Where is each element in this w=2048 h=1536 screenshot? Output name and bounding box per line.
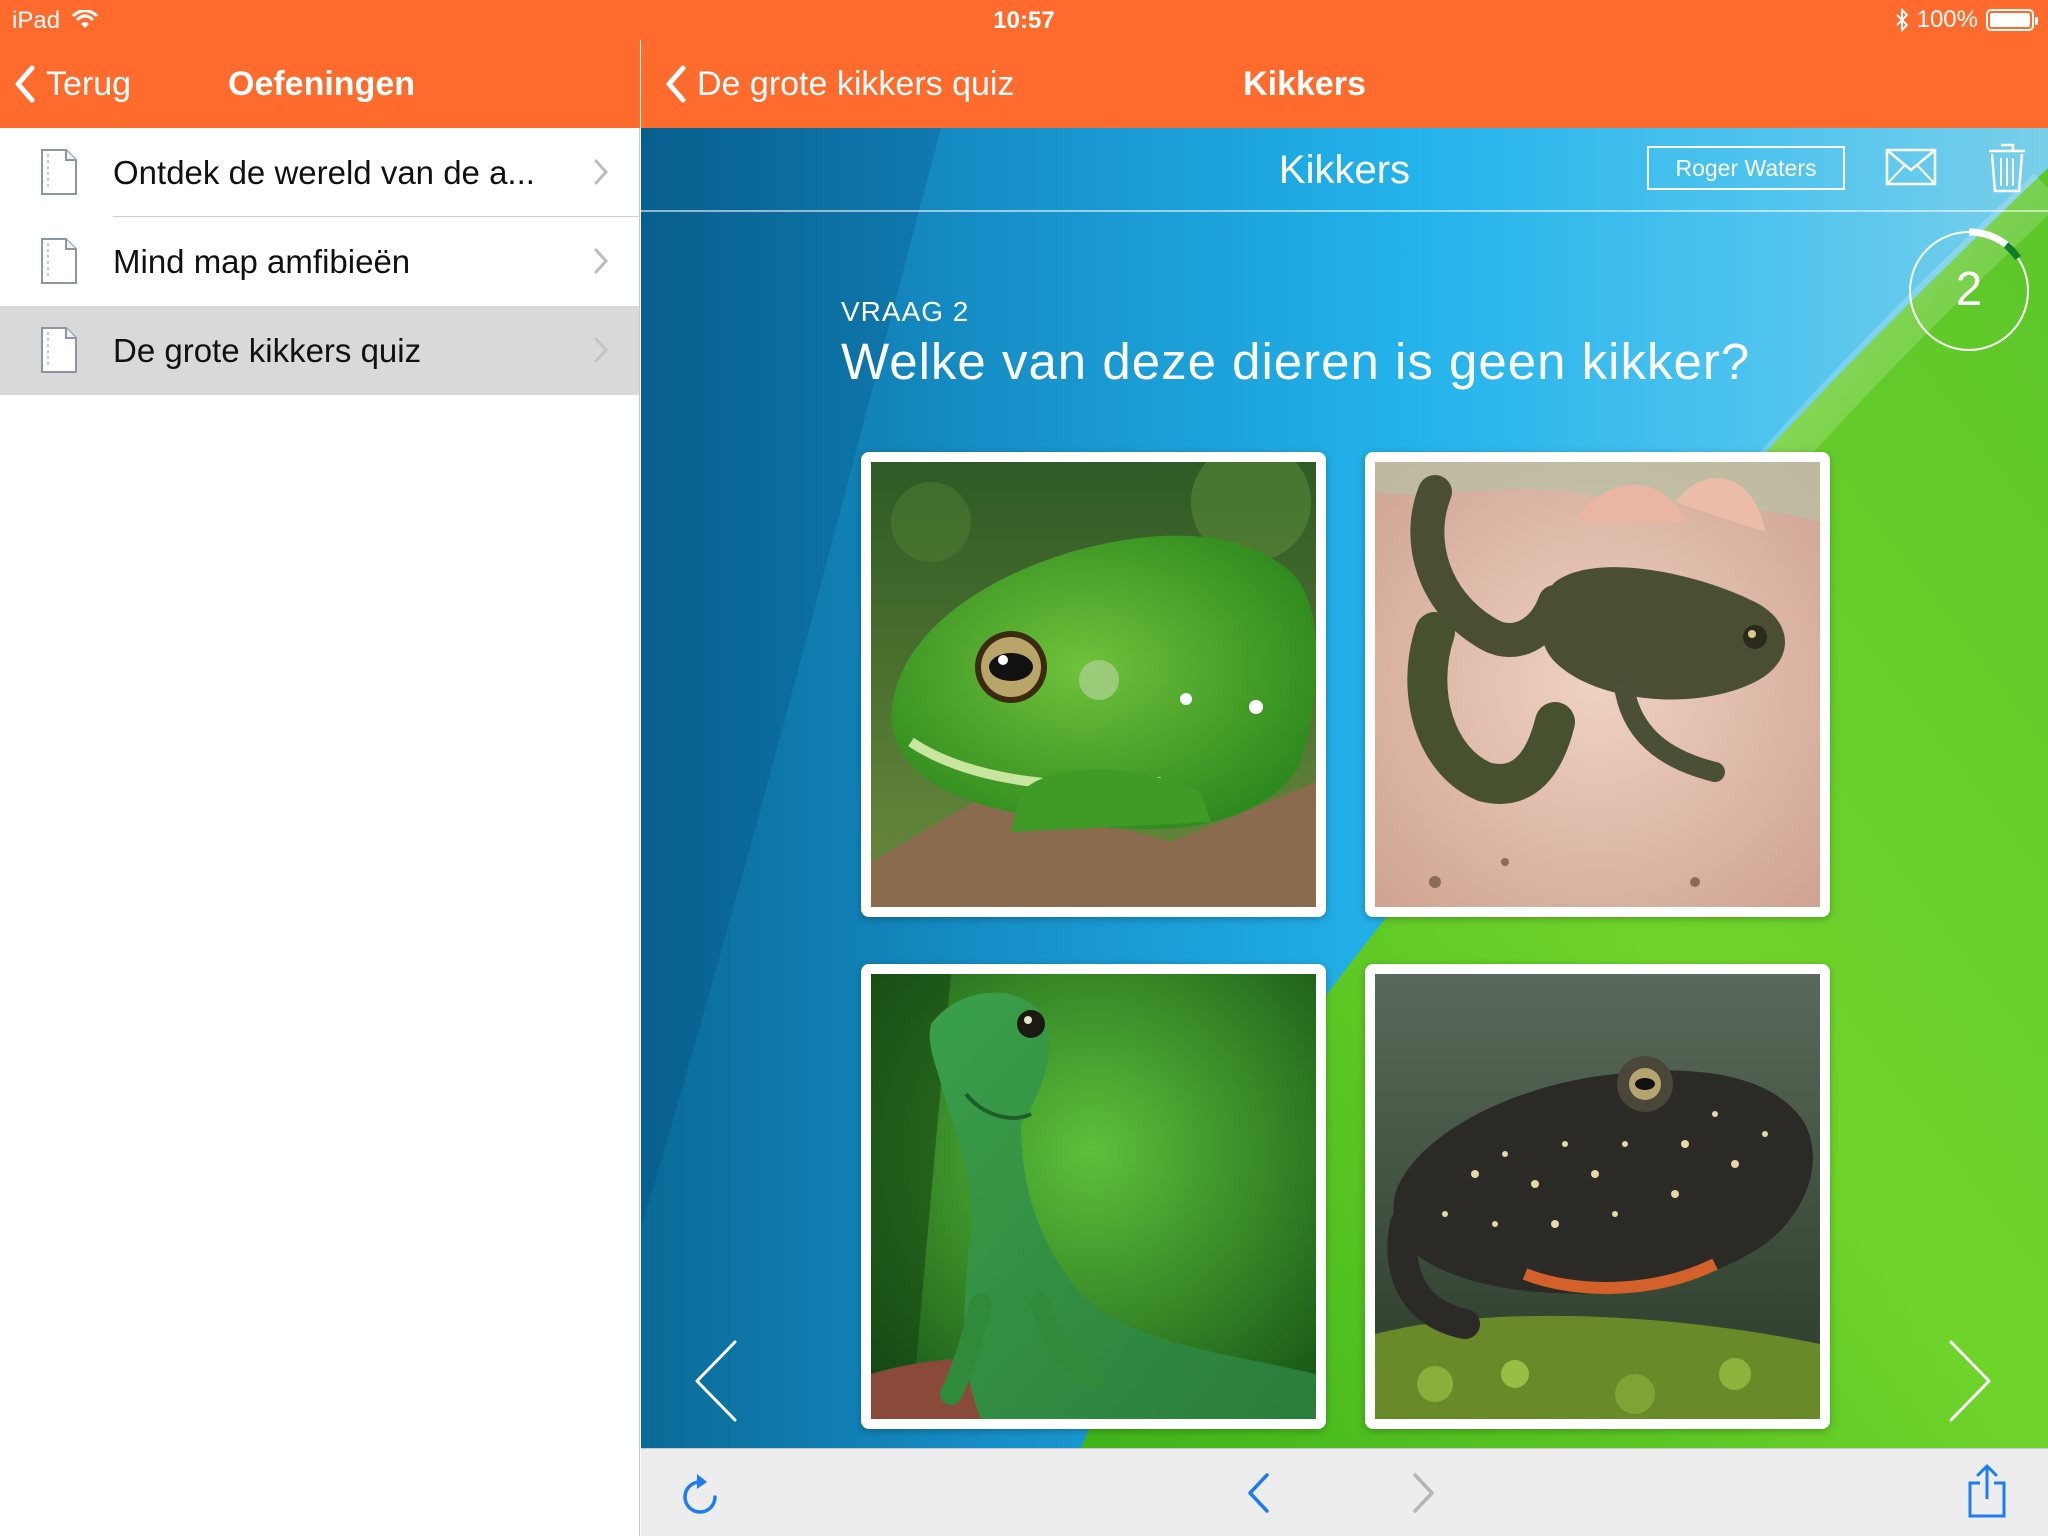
question-timer: 2 — [1906, 228, 2032, 354]
list-item-kikkers-quiz[interactable]: De grote kikkers quiz — [0, 306, 639, 395]
back-button[interactable]: Terug — [14, 40, 131, 128]
back-label: Terug — [46, 64, 132, 103]
right-navigation-bar: De grote kikkers quiz Kikkers — [641, 40, 2048, 128]
answer-option-3[interactable] — [861, 964, 1326, 1429]
back-arrow-icon[interactable] — [1245, 1471, 1271, 1515]
quiz-header: Kikkers Roger Waters — [641, 128, 2048, 212]
chevron-right-icon — [594, 248, 609, 274]
chevron-right-icon — [594, 337, 609, 363]
list-item-label: De grote kikkers quiz — [113, 331, 422, 369]
answer-option-2[interactable] — [1365, 452, 1830, 917]
question-number: VRAAG 2 — [841, 296, 970, 327]
list-item-label: Mind map amfibieën — [113, 242, 411, 280]
list-item-mind-map[interactable]: Mind map amfibieën — [0, 217, 639, 306]
previous-question-arrow-icon[interactable] — [693, 1338, 739, 1424]
green-tree-frog-photo — [871, 462, 1316, 907]
mail-icon[interactable] — [1885, 148, 1937, 186]
document-icon — [41, 327, 77, 373]
answer-option-1[interactable] — [861, 452, 1326, 917]
timer-value: 2 — [1955, 263, 1983, 316]
forward-arrow-icon — [1413, 1473, 1434, 1513]
battery-percentage: 100% — [1916, 6, 1978, 33]
trash-icon[interactable] — [1987, 142, 2027, 194]
exercise-list: Ontdek de wereld van de a... Mind map am… — [0, 128, 640, 1536]
status-bar: iPad 10:57 100% — [0, 0, 2048, 40]
question-text: Welke van deze dieren is geen kikker? — [841, 333, 1751, 390]
next-question-arrow-icon[interactable] — [1947, 1338, 1993, 1424]
document-icon — [41, 238, 77, 284]
user-button[interactable]: Roger Waters — [1647, 146, 1845, 190]
green-lizard-photo — [871, 974, 1316, 1419]
battery-icon — [1986, 9, 2038, 31]
chevron-left-icon — [15, 65, 35, 103]
chevron-right-icon — [594, 159, 609, 185]
bluetooth-icon — [1895, 8, 1909, 32]
clock: 10:57 — [993, 7, 1055, 34]
left-navigation-bar: Terug Oefeningen — [0, 40, 640, 128]
list-item-label: Ontdek de wereld van de a... — [113, 153, 535, 191]
answer-option-4[interactable] — [1365, 964, 1830, 1429]
right-nav-title: Kikkers — [1243, 65, 1366, 103]
refresh-icon[interactable] — [679, 1471, 723, 1517]
list-item-ontdek[interactable]: Ontdek de wereld van de a... — [0, 128, 639, 217]
document-icon — [41, 149, 77, 195]
left-nav-title: Oefeningen — [228, 65, 416, 103]
quiz-area: Kikkers Roger Waters 2 VRAAG 2 Welke van… — [641, 128, 2048, 1448]
spotted-toad-photo — [1375, 974, 1820, 1419]
share-icon[interactable] — [1967, 1463, 2007, 1519]
bottom-toolbar — [641, 1448, 2048, 1536]
brown-frog-in-hand-photo — [1375, 462, 1820, 907]
